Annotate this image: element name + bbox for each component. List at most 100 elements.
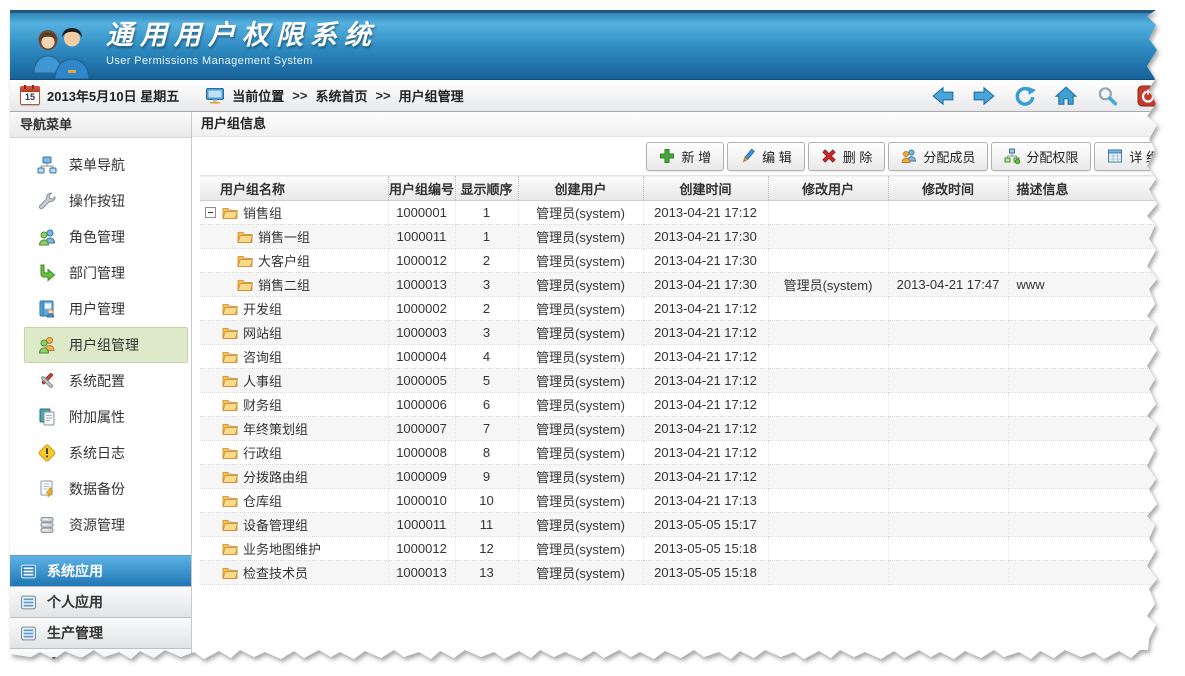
collapse-toggle-icon[interactable] [205,351,216,362]
table-row[interactable]: 开发组 1000002 2 管理员(system) 2013-04-21 17:… [200,297,1160,321]
modified-by [768,369,888,393]
col-display-order[interactable]: 显示顺序 [455,176,518,201]
assign-permissions-icon [1004,148,1020,164]
table-row[interactable]: 咨询组 1000004 4 管理员(system) 2013-04-21 17:… [200,345,1160,369]
table-row[interactable]: 销售一组 1000011 1 管理员(system) 2013-04-21 17… [200,225,1160,249]
add-button[interactable]: 新 增 [646,142,724,171]
section-production-management[interactable]: 生产管理 [10,617,191,648]
documents-icon [37,407,57,427]
sidebar-item-action-buttons[interactable]: 操作按钮 [24,183,188,219]
description [1008,561,1160,585]
breadcrumb-home[interactable]: 系统首页 [315,86,367,105]
collapse-toggle-icon[interactable] [205,543,216,554]
sidebar-item-system-config[interactable]: 系统配置 [24,363,188,399]
sidebar-item-usergroup-management[interactable]: 用户组管理 [24,327,188,363]
search-icon[interactable] [1095,85,1119,107]
table-row[interactable]: 年终策划组 1000007 7 管理员(system) 2013-04-21 1… [200,417,1160,441]
created-time: 2013-04-21 17:30 [643,273,768,297]
section-project-management[interactable]: 项目管理 [10,648,191,662]
modified-by [768,297,888,321]
created-by: 管理员(system) [518,201,643,225]
collapse-toggle-icon[interactable] [205,303,216,314]
collapse-toggle-icon[interactable] [205,327,216,338]
table-row[interactable]: 销售二组 1000013 3 管理员(system) 2013-04-21 17… [200,273,1160,297]
col-group-number[interactable]: 用户组编号 [388,176,455,201]
col-created-by[interactable]: 创建用户 [518,176,643,201]
logout-icon[interactable] [1136,85,1160,107]
section-system-apps[interactable]: 系统应用 [10,555,191,586]
collapse-toggle-icon[interactable] [220,231,231,242]
table-row[interactable]: 大客户组 1000012 2 管理员(system) 2013-04-21 17… [200,249,1160,273]
sidebar-item-system-log[interactable]: 系统日志 [24,435,188,471]
wrench-icon [37,191,57,211]
collapse-toggle-icon[interactable] [220,255,231,266]
assign-permissions-button[interactable]: 分配权限 [991,142,1091,171]
delete-button[interactable]: 删 除 [808,142,886,171]
col-description[interactable]: 描述信息 [1008,176,1160,201]
collapse-toggle-icon[interactable] [220,279,231,290]
collapse-toggle-icon[interactable] [205,471,216,482]
detail-button[interactable]: 详 细 [1094,142,1160,171]
modified-by [768,441,888,465]
group-number: 1000008 [388,441,455,465]
table-row[interactable]: 分拨路由组 1000009 9 管理员(system) 2013-04-21 1… [200,465,1160,489]
group-number: 1000003 [388,321,455,345]
group-name: 分拨路由组 [243,467,308,486]
back-icon[interactable] [931,85,955,107]
table-row[interactable]: 设备管理组 1000011 11 管理员(system) 2013-05-05 … [200,513,1160,537]
assign-members-button[interactable]: 分配成员 [888,142,988,171]
sidebar-item-resource-management[interactable]: 资源管理 [24,507,188,543]
display-order: 3 [455,321,518,345]
sidebar-item-label: 角色管理 [69,227,125,247]
modified-time [888,345,1008,369]
sidebar-item-department-management[interactable]: 部门管理 [24,255,188,291]
collapse-toggle-icon[interactable] [205,567,216,578]
collapse-toggle-icon[interactable] [205,495,216,506]
sidebar-item-data-backup[interactable]: 数据备份 [24,471,188,507]
collapse-toggle-icon[interactable] [205,375,216,386]
collapse-toggle-icon[interactable] [205,207,216,218]
current-date: 2013年5月10日 星期五 [47,86,179,105]
table-row[interactable]: 行政组 1000008 8 管理员(system) 2013-04-21 17:… [200,441,1160,465]
collapse-toggle-icon[interactable] [205,399,216,410]
edit-button[interactable]: 编 辑 [727,142,805,171]
col-modified-by[interactable]: 修改用户 [768,176,888,201]
sidebar-item-role-management[interactable]: 角色管理 [24,219,188,255]
collapse-toggle-icon[interactable] [205,519,216,530]
table-row[interactable]: 网站组 1000003 3 管理员(system) 2013-04-21 17:… [200,321,1160,345]
created-by: 管理员(system) [518,321,643,345]
description: www [1008,273,1160,297]
page: 通用用户权限系统 User Permissions Management Sys… [0,0,1185,676]
folder-icon [222,566,238,579]
modified-by [768,249,888,273]
users-logo-icon [28,25,98,79]
table-row[interactable]: 仓库组 1000010 10 管理员(system) 2013-04-21 17… [200,489,1160,513]
section-personal-apps[interactable]: 个人应用 [10,586,191,617]
col-modified-time[interactable]: 修改时间 [888,176,1008,201]
sidebar-item-menu-navigation[interactable]: 菜单导航 [24,147,188,183]
collapse-toggle-icon[interactable] [205,423,216,434]
modified-time [888,393,1008,417]
sidebar-item-extra-attributes[interactable]: 附加属性 [24,399,188,435]
folder-icon [237,278,253,291]
assign-members-icon [901,148,917,164]
forward-icon[interactable] [972,85,996,107]
table-row[interactable]: 人事组 1000005 5 管理员(system) 2013-04-21 17:… [200,369,1160,393]
col-group-name[interactable]: 用户组名称 [200,176,388,201]
modified-time [888,369,1008,393]
table-row[interactable]: 销售组 1000001 1 管理员(system) 2013-04-21 17:… [200,201,1160,225]
table-row[interactable]: 业务地图维护 1000012 12 管理员(system) 2013-05-05… [200,537,1160,561]
description [1008,201,1160,225]
backup-icon [37,479,57,499]
sidebar-item-user-management[interactable]: 用户管理 [24,291,188,327]
home-icon[interactable] [1054,85,1078,107]
table-row[interactable]: 财务组 1000006 6 管理员(system) 2013-04-21 17:… [200,393,1160,417]
col-created-time[interactable]: 创建时间 [643,176,768,201]
display-order: 3 [455,273,518,297]
created-by: 管理员(system) [518,369,643,393]
sidebar-item-label: 部门管理 [69,263,125,283]
refresh-icon[interactable] [1013,85,1037,107]
collapse-toggle-icon[interactable] [205,447,216,458]
group-number: 1000009 [388,465,455,489]
table-row[interactable]: 检查技术员 1000013 13 管理员(system) 2013-05-05 … [200,561,1160,585]
